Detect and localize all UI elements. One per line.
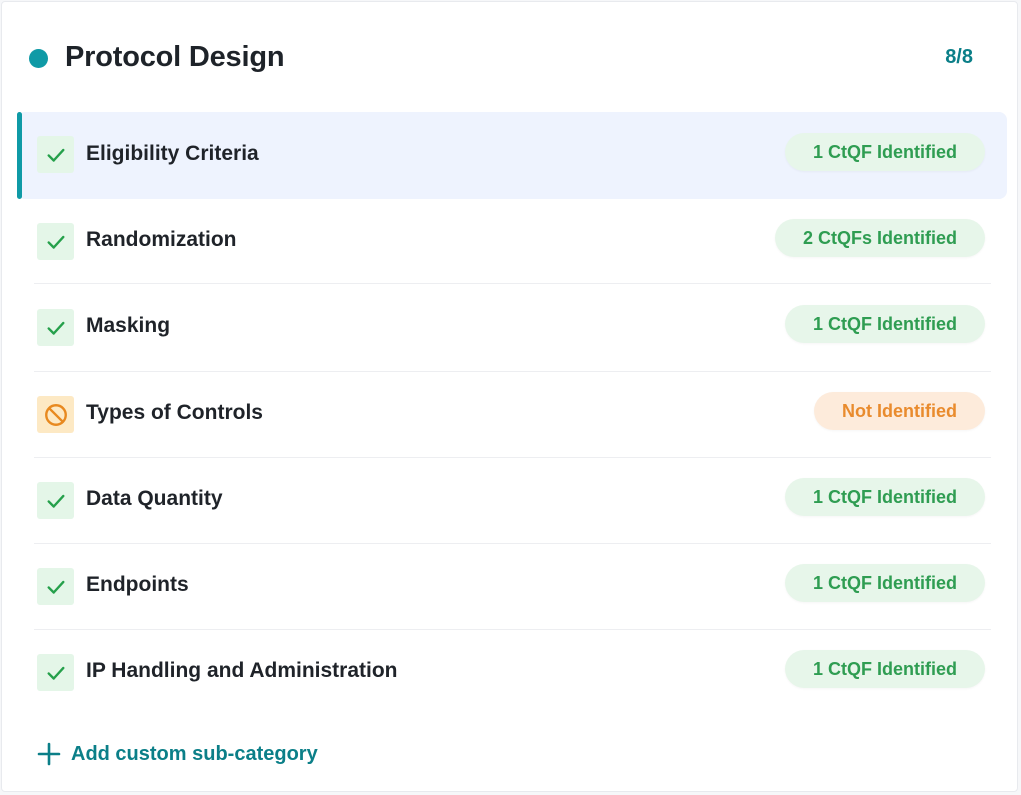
ctqf-status-badge: 1 CtQF Identified: [785, 650, 985, 688]
completion-count: 8/8: [945, 46, 973, 68]
sub-category-label: Types of Controls: [86, 401, 263, 424]
check-icon: [46, 580, 65, 594]
sub-category-label: Endpoints: [86, 573, 189, 596]
completed-status: [37, 568, 74, 605]
completed-status: [37, 136, 74, 173]
prohibited-icon: [44, 403, 67, 426]
sub-category-label: Randomization: [86, 228, 237, 251]
check-icon: [46, 321, 65, 335]
completed-status: [37, 309, 74, 346]
check-icon: [46, 148, 65, 162]
section-title: Protocol Design: [65, 41, 285, 73]
not-identified-status: [37, 396, 74, 433]
ctqf-status-badge: Not Identified: [814, 392, 985, 430]
plus-icon: [37, 742, 61, 766]
sub-category-label: IP Handling and Administration: [86, 659, 398, 682]
completed-status: [37, 482, 74, 519]
add-custom-sub-category-button[interactable]: Add custom sub-category: [37, 736, 318, 772]
ctqf-status-badge: 1 CtQF Identified: [785, 564, 985, 602]
sub-category-row[interactable]: Types of Controls Not Identified: [17, 372, 1007, 458]
check-icon: [46, 235, 65, 249]
ctqf-status-badge: 2 CtQFs Identified: [774, 219, 985, 257]
completed-status: [37, 654, 74, 691]
sub-category-row[interactable]: Masking 1 CtQF Identified: [17, 284, 1007, 372]
sub-category-row[interactable]: Data Quantity 1 CtQF Identified: [17, 458, 1007, 544]
add-custom-sub-category-label: Add custom sub-category: [71, 742, 318, 765]
ctqf-status-badge: 1 CtQF Identified: [785, 478, 985, 516]
sub-category-row[interactable]: IP Handling and Administration 1 CtQF Ide…: [17, 630, 1007, 716]
sub-category-row[interactable]: Endpoints 1 CtQF Identified: [17, 544, 1007, 630]
section-header: Protocol Design 8/8: [2, 2, 1017, 112]
sub-category-label: Eligibility Criteria: [86, 142, 259, 165]
check-icon: [46, 666, 65, 680]
ctqf-status-badge: 1 CtQF Identified: [785, 305, 985, 343]
completed-status: [37, 223, 74, 260]
ctqf-status-badge: 1 CtQF Identified: [785, 133, 985, 171]
check-icon: [46, 494, 65, 508]
sub-category-row[interactable]: Eligibility Criteria 1 CtQF Identified: [17, 112, 1007, 199]
protocol-design-card: Protocol Design 8/8 Eligibility Criteria…: [1, 1, 1018, 792]
status-dot-icon: [29, 49, 48, 68]
sub-category-row[interactable]: Randomization 2 CtQFs Identified: [17, 200, 1007, 284]
sub-category-label: Data Quantity: [86, 487, 223, 510]
sub-category-label: Masking: [86, 314, 171, 337]
selected-indicator: [17, 112, 22, 199]
